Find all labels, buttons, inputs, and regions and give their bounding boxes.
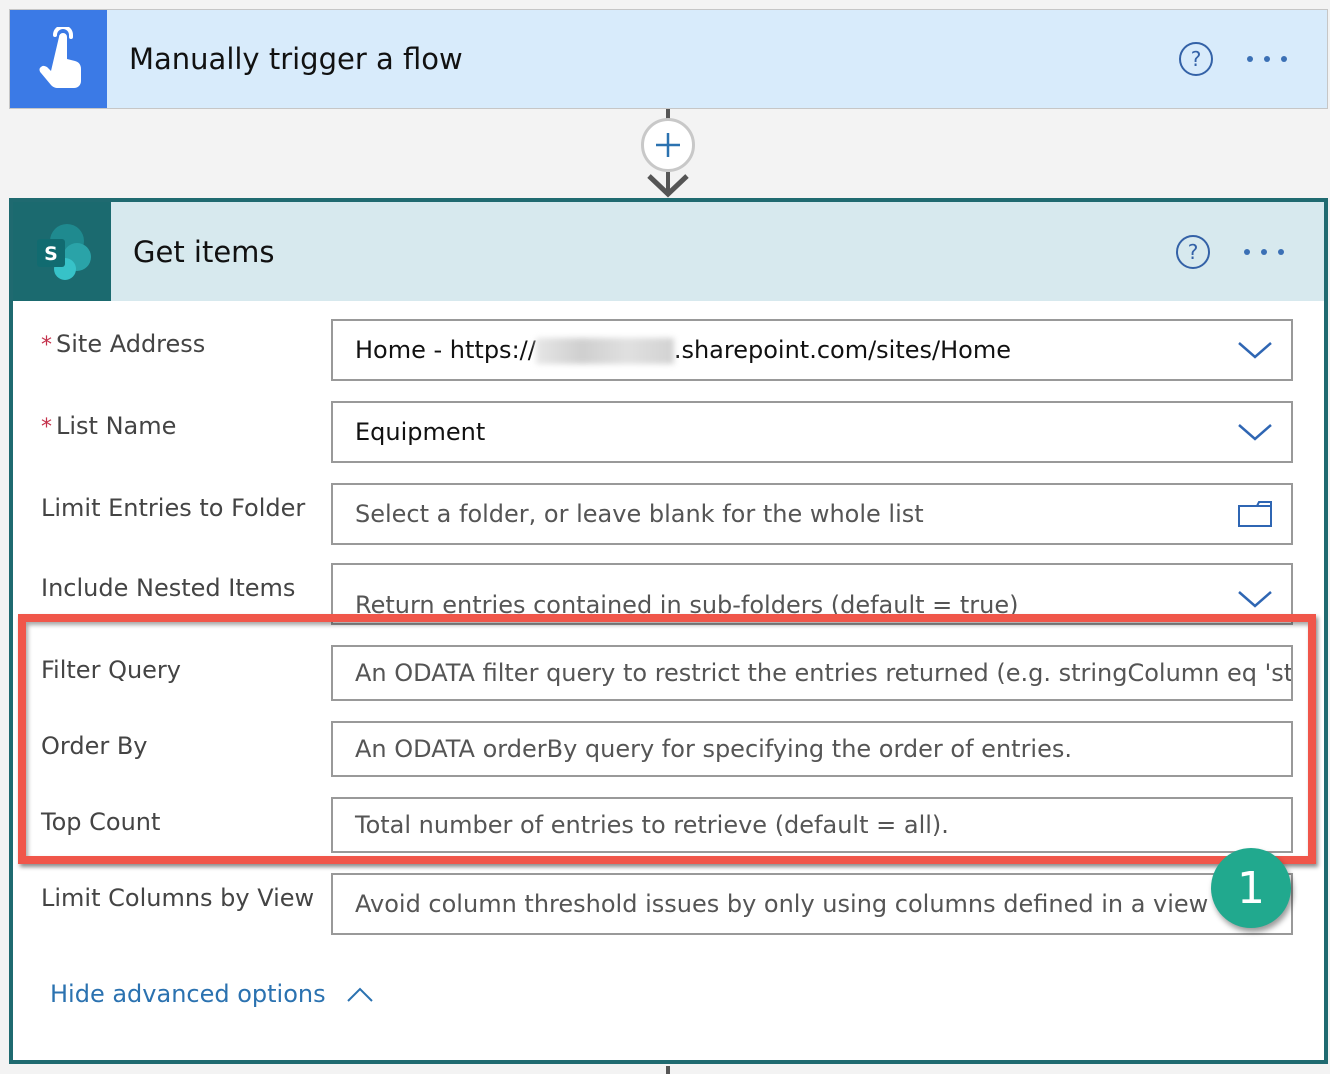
- limit-entries-folder-input[interactable]: Select a folder, or leave blank for the …: [331, 483, 1293, 545]
- chevron-down-icon[interactable]: [1237, 589, 1273, 609]
- site-address-label: * Site Address: [41, 330, 206, 358]
- connector-line: [666, 1066, 670, 1074]
- filter-query-input[interactable]: An ODATA filter query to restrict the en…: [331, 645, 1293, 701]
- chevron-down-icon[interactable]: [1237, 422, 1273, 442]
- limit-columns-label: Limit Columns by View: [41, 884, 315, 912]
- chevron-up-icon: [346, 987, 373, 1002]
- filter-query-label: Filter Query: [41, 656, 182, 684]
- site-address-value: Home - https://.sharepoint.com/sites/Hom…: [355, 336, 1011, 364]
- top-count-label: Top Count: [41, 808, 161, 836]
- top-count-input[interactable]: Total number of entries to retrieve (def…: [331, 797, 1293, 853]
- list-name-label: * List Name: [41, 412, 177, 440]
- limit-entries-label: Limit Entries to Folder: [41, 494, 306, 522]
- order-by-input[interactable]: An ODATA orderBy query for specifying th…: [331, 721, 1293, 777]
- limit-columns-dropdown[interactable]: Avoid column threshold issues by only us…: [331, 873, 1293, 935]
- include-nested-label: Include Nested Items: [41, 574, 296, 602]
- site-address-dropdown[interactable]: Home - https://.sharepoint.com/sites/Hom…: [331, 319, 1293, 381]
- chevron-down-icon[interactable]: [1237, 340, 1273, 360]
- list-name-value: Equipment: [355, 418, 486, 446]
- redacted-text: [535, 338, 674, 364]
- get-items-form: * Site Address Home - https://.sharepoint…: [13, 0, 1324, 1074]
- folder-icon[interactable]: [1237, 500, 1273, 528]
- annotation-badge: 1: [1211, 848, 1291, 928]
- hide-advanced-options-link[interactable]: Hide advanced options: [50, 980, 374, 1008]
- list-name-dropdown[interactable]: Equipment: [331, 401, 1293, 463]
- order-by-label: Order By: [41, 732, 148, 760]
- include-nested-dropdown[interactable]: Return entries contained in sub-folders …: [331, 563, 1293, 625]
